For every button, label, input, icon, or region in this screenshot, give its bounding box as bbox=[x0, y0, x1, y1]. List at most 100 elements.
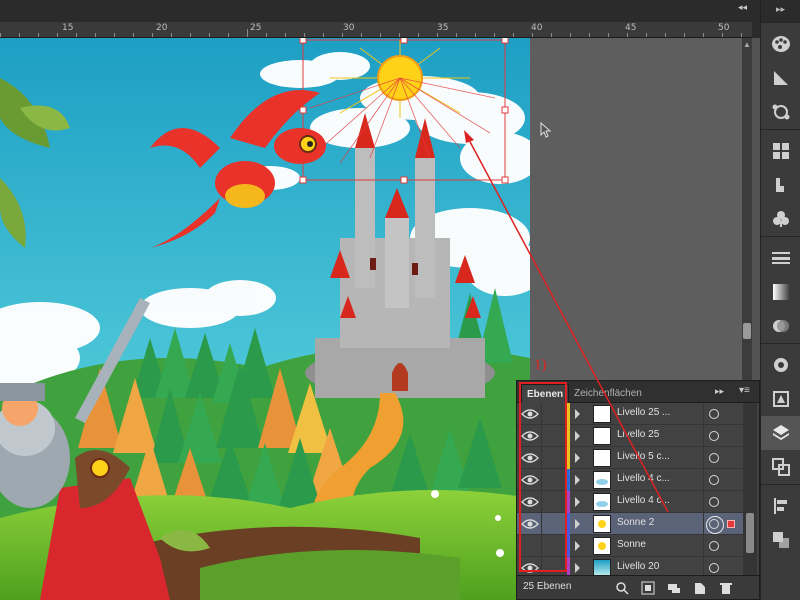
target-circle-icon[interactable] bbox=[709, 497, 719, 507]
artboards-icon[interactable] bbox=[761, 450, 800, 484]
layers-scrollbar[interactable] bbox=[743, 403, 757, 575]
pasteboard-area[interactable] bbox=[530, 38, 742, 380]
stroke-icon[interactable] bbox=[761, 241, 800, 275]
expand-triangle-icon[interactable] bbox=[575, 453, 580, 463]
scroll-up-arrow-icon[interactable]: ▲ bbox=[742, 40, 752, 50]
new-layer-icon[interactable] bbox=[693, 581, 707, 595]
layer-color-bar bbox=[567, 491, 570, 513]
expand-triangle-icon[interactable] bbox=[575, 519, 580, 529]
ruler-tick bbox=[285, 33, 286, 37]
expand-triangle-icon[interactable] bbox=[575, 475, 580, 485]
layer-color-bar bbox=[567, 557, 570, 575]
column-divider bbox=[703, 491, 704, 513]
ruler-label: 30 bbox=[343, 23, 355, 33]
target-circle-icon[interactable] bbox=[709, 431, 719, 441]
symbols-icon[interactable] bbox=[761, 202, 800, 236]
ruler-tick bbox=[532, 33, 533, 37]
brushes-icon[interactable] bbox=[761, 168, 800, 202]
ruler-tick bbox=[399, 33, 400, 37]
pathfinder-icon[interactable] bbox=[761, 523, 800, 557]
ruler-label: 35 bbox=[437, 23, 449, 33]
mouse-cursor-icon bbox=[540, 122, 552, 138]
ruler-tick bbox=[266, 33, 267, 37]
target-circle-icon[interactable] bbox=[706, 516, 724, 534]
swatches-icon[interactable] bbox=[761, 134, 800, 168]
expand-triangle-icon[interactable] bbox=[575, 409, 580, 419]
layer-name[interactable]: Livello 25 bbox=[617, 429, 659, 440]
ruler-tick bbox=[703, 33, 704, 37]
target-circle-icon[interactable] bbox=[709, 475, 719, 485]
ruler-tick bbox=[228, 33, 229, 37]
ruler-tick bbox=[19, 33, 20, 37]
tab-zeichenflaechen[interactable]: Zeichenflächen bbox=[569, 384, 647, 403]
ruler-tick bbox=[342, 33, 343, 37]
align-icon[interactable] bbox=[761, 489, 800, 523]
transparency-icon[interactable] bbox=[761, 309, 800, 343]
ruler-tick bbox=[456, 33, 457, 37]
ruler-tick bbox=[57, 33, 58, 37]
layers-scrollbar-thumb[interactable] bbox=[746, 513, 754, 553]
ruler-tick bbox=[114, 33, 115, 37]
make-clipping-mask-icon[interactable] bbox=[641, 581, 655, 595]
ruler-tick bbox=[209, 33, 210, 37]
target-circle-icon[interactable] bbox=[709, 563, 719, 573]
ruler-strip: 15 20 25 30 35 40 45 50 bbox=[0, 22, 752, 38]
ruler-label: 45 bbox=[625, 23, 637, 33]
column-divider bbox=[703, 535, 704, 557]
panel-dock: ▸▸ bbox=[760, 0, 800, 600]
artboard-canvas[interactable] bbox=[0, 38, 530, 600]
double-chevron-left-icon[interactable]: ◂◂ bbox=[738, 2, 747, 13]
target-circle-icon[interactable] bbox=[709, 409, 719, 419]
ruler-label: 40 bbox=[531, 23, 543, 33]
target-circle-icon[interactable] bbox=[709, 453, 719, 463]
column-divider bbox=[703, 469, 704, 491]
panel-menu-icon[interactable]: ▾≡ bbox=[739, 385, 750, 396]
gradient-icon[interactable] bbox=[761, 275, 800, 309]
annotation-label: 1) bbox=[534, 357, 547, 373]
layer-name[interactable]: Sonne 2 bbox=[617, 517, 654, 528]
ruler-tick bbox=[665, 33, 666, 37]
layer-name[interactable]: Sonne bbox=[617, 539, 646, 550]
ruler-tick bbox=[551, 33, 552, 37]
layer-name[interactable]: Livello 5 c... bbox=[617, 451, 670, 462]
ruler-tick bbox=[741, 33, 742, 37]
ruler-tick bbox=[646, 33, 647, 37]
color-palette-icon[interactable] bbox=[761, 27, 800, 61]
ruler-tick bbox=[684, 33, 685, 37]
ruler-tick bbox=[589, 33, 590, 37]
layer-name[interactable]: Livello 4 c... bbox=[617, 495, 670, 506]
ruler-label: 25 bbox=[250, 23, 262, 33]
delete-icon[interactable] bbox=[719, 581, 733, 595]
appearance-icon[interactable] bbox=[761, 348, 800, 382]
layer-name[interactable]: Livello 20 bbox=[617, 561, 659, 572]
layer-thumbnail bbox=[593, 537, 611, 555]
double-chevron-right-icon[interactable]: ▸▸ bbox=[715, 386, 724, 397]
layer-name[interactable]: Livello 4 c... bbox=[617, 473, 670, 484]
layer-thumbnail bbox=[593, 405, 611, 423]
layer-color-bar bbox=[567, 535, 570, 557]
expand-triangle-icon[interactable] bbox=[575, 431, 580, 441]
ruler-tick bbox=[323, 33, 324, 37]
expand-triangle-icon[interactable] bbox=[575, 563, 580, 573]
fairytale-illustration bbox=[0, 38, 530, 600]
ruler-tick bbox=[152, 33, 153, 37]
ruler-label: 50 bbox=[718, 23, 730, 33]
expand-triangle-icon[interactable] bbox=[575, 541, 580, 551]
ruler-tick bbox=[608, 33, 609, 37]
selection-indicator[interactable] bbox=[727, 520, 735, 528]
ruler-tick bbox=[190, 33, 191, 37]
graphic-styles-icon[interactable] bbox=[761, 382, 800, 416]
layer-name[interactable]: Livello 25 ... bbox=[617, 407, 670, 418]
ruler-tick bbox=[361, 33, 362, 37]
scrollbar-thumb[interactable] bbox=[743, 323, 751, 339]
new-sublayer-icon[interactable] bbox=[667, 581, 681, 595]
locate-object-icon[interactable] bbox=[615, 581, 629, 595]
layer-color-bar bbox=[567, 469, 570, 491]
expand-triangle-icon[interactable] bbox=[575, 497, 580, 507]
target-circle-icon[interactable] bbox=[709, 541, 719, 551]
layer-thumbnail bbox=[593, 427, 611, 445]
layers-icon[interactable] bbox=[761, 416, 800, 450]
color-guide-icon[interactable] bbox=[761, 61, 800, 95]
links-icon[interactable] bbox=[761, 95, 800, 129]
double-chevron-right-icon[interactable]: ▸▸ bbox=[761, 0, 800, 22]
